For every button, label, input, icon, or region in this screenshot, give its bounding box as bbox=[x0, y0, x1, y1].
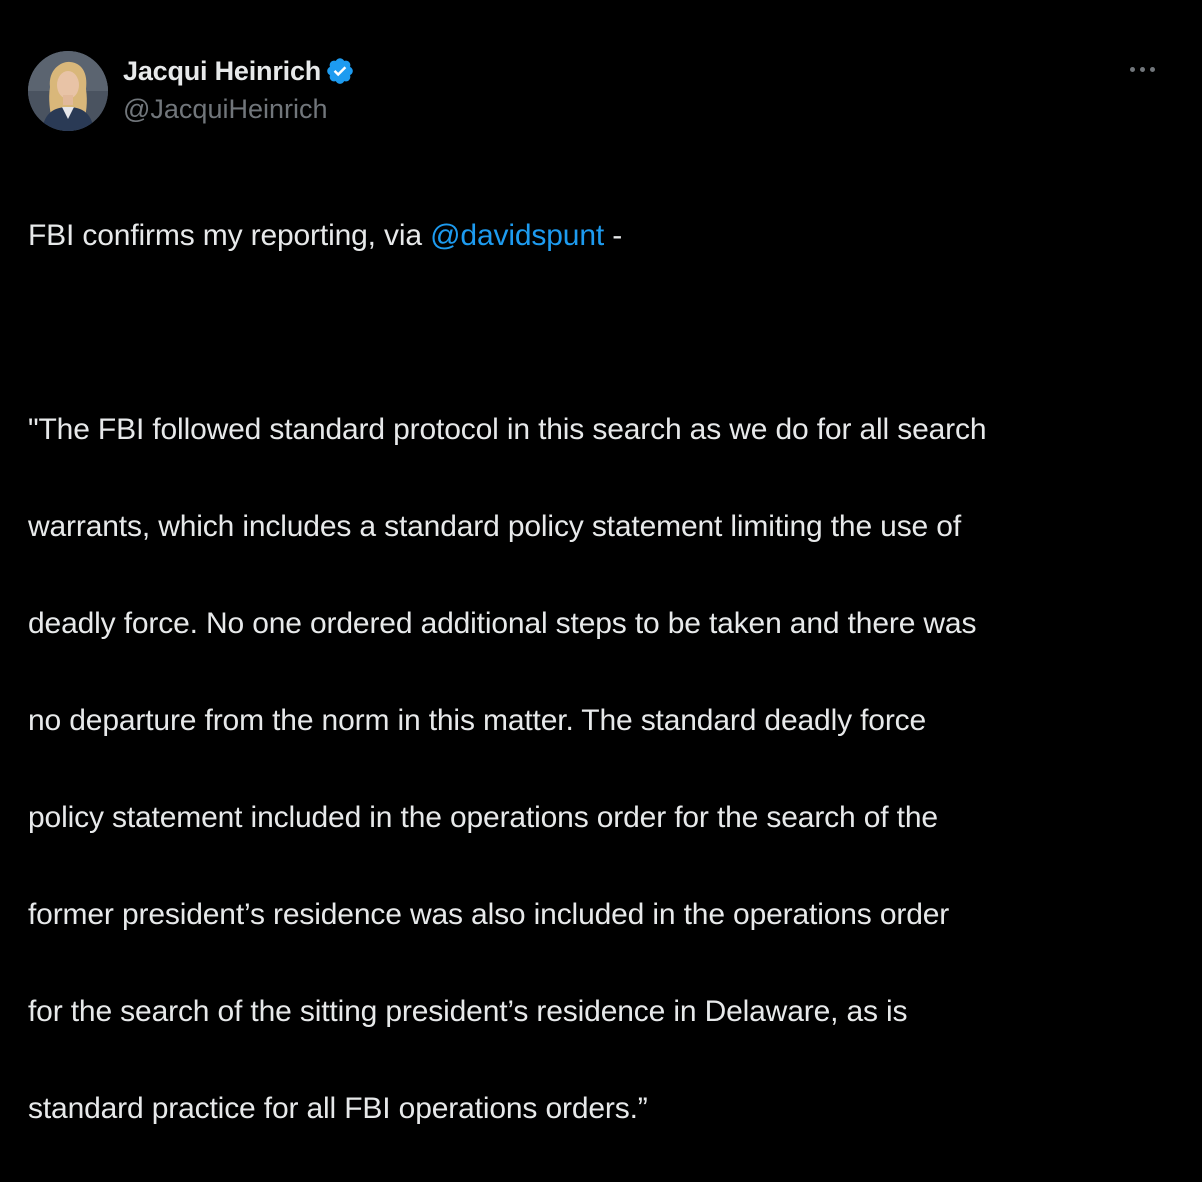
quote-line: standard practice for all FBI operations… bbox=[28, 1091, 648, 1125]
ellipsis-icon bbox=[1129, 66, 1135, 72]
quote-line: no departure from the norm in this matte… bbox=[28, 703, 927, 737]
mention-link[interactable]: @davidspunt bbox=[430, 219, 604, 252]
verified-badge-icon bbox=[325, 56, 355, 86]
ellipsis-icon bbox=[1139, 66, 1145, 72]
tweet-intro: FBI confirms my reporting, via @davidspu… bbox=[28, 212, 1178, 261]
quote-line: "The FBI followed standard protocol in t… bbox=[28, 412, 987, 446]
ellipsis-icon bbox=[1149, 66, 1155, 72]
intro-text: FBI confirms my reporting, via bbox=[28, 218, 431, 252]
tweet-text: FBI confirms my reporting, via @davidspu… bbox=[28, 163, 1178, 1182]
paragraph-break bbox=[28, 309, 1178, 358]
avatar[interactable] bbox=[28, 51, 108, 131]
display-name[interactable]: Jacqui Heinrich bbox=[123, 56, 321, 87]
name-row: Jacqui Heinrich bbox=[123, 53, 355, 89]
author-handle[interactable]: @JacquiHeinrich bbox=[123, 94, 328, 125]
tweet: Jacqui Heinrich @JacquiHeinrich FBI conf… bbox=[0, 0, 1202, 1125]
intro-suffix: - bbox=[604, 218, 623, 252]
quote-line: warrants, which includes a standard poli… bbox=[28, 509, 961, 543]
quote-line: policy statement included in the operati… bbox=[28, 800, 938, 834]
quote-line: for the search of the sitting president’… bbox=[28, 994, 908, 1028]
profile-photo bbox=[28, 51, 108, 131]
quote-line: former president’s residence was also in… bbox=[28, 897, 950, 931]
quote-line: deadly force. No one ordered additional … bbox=[28, 606, 977, 640]
more-options-button[interactable] bbox=[1122, 57, 1162, 81]
